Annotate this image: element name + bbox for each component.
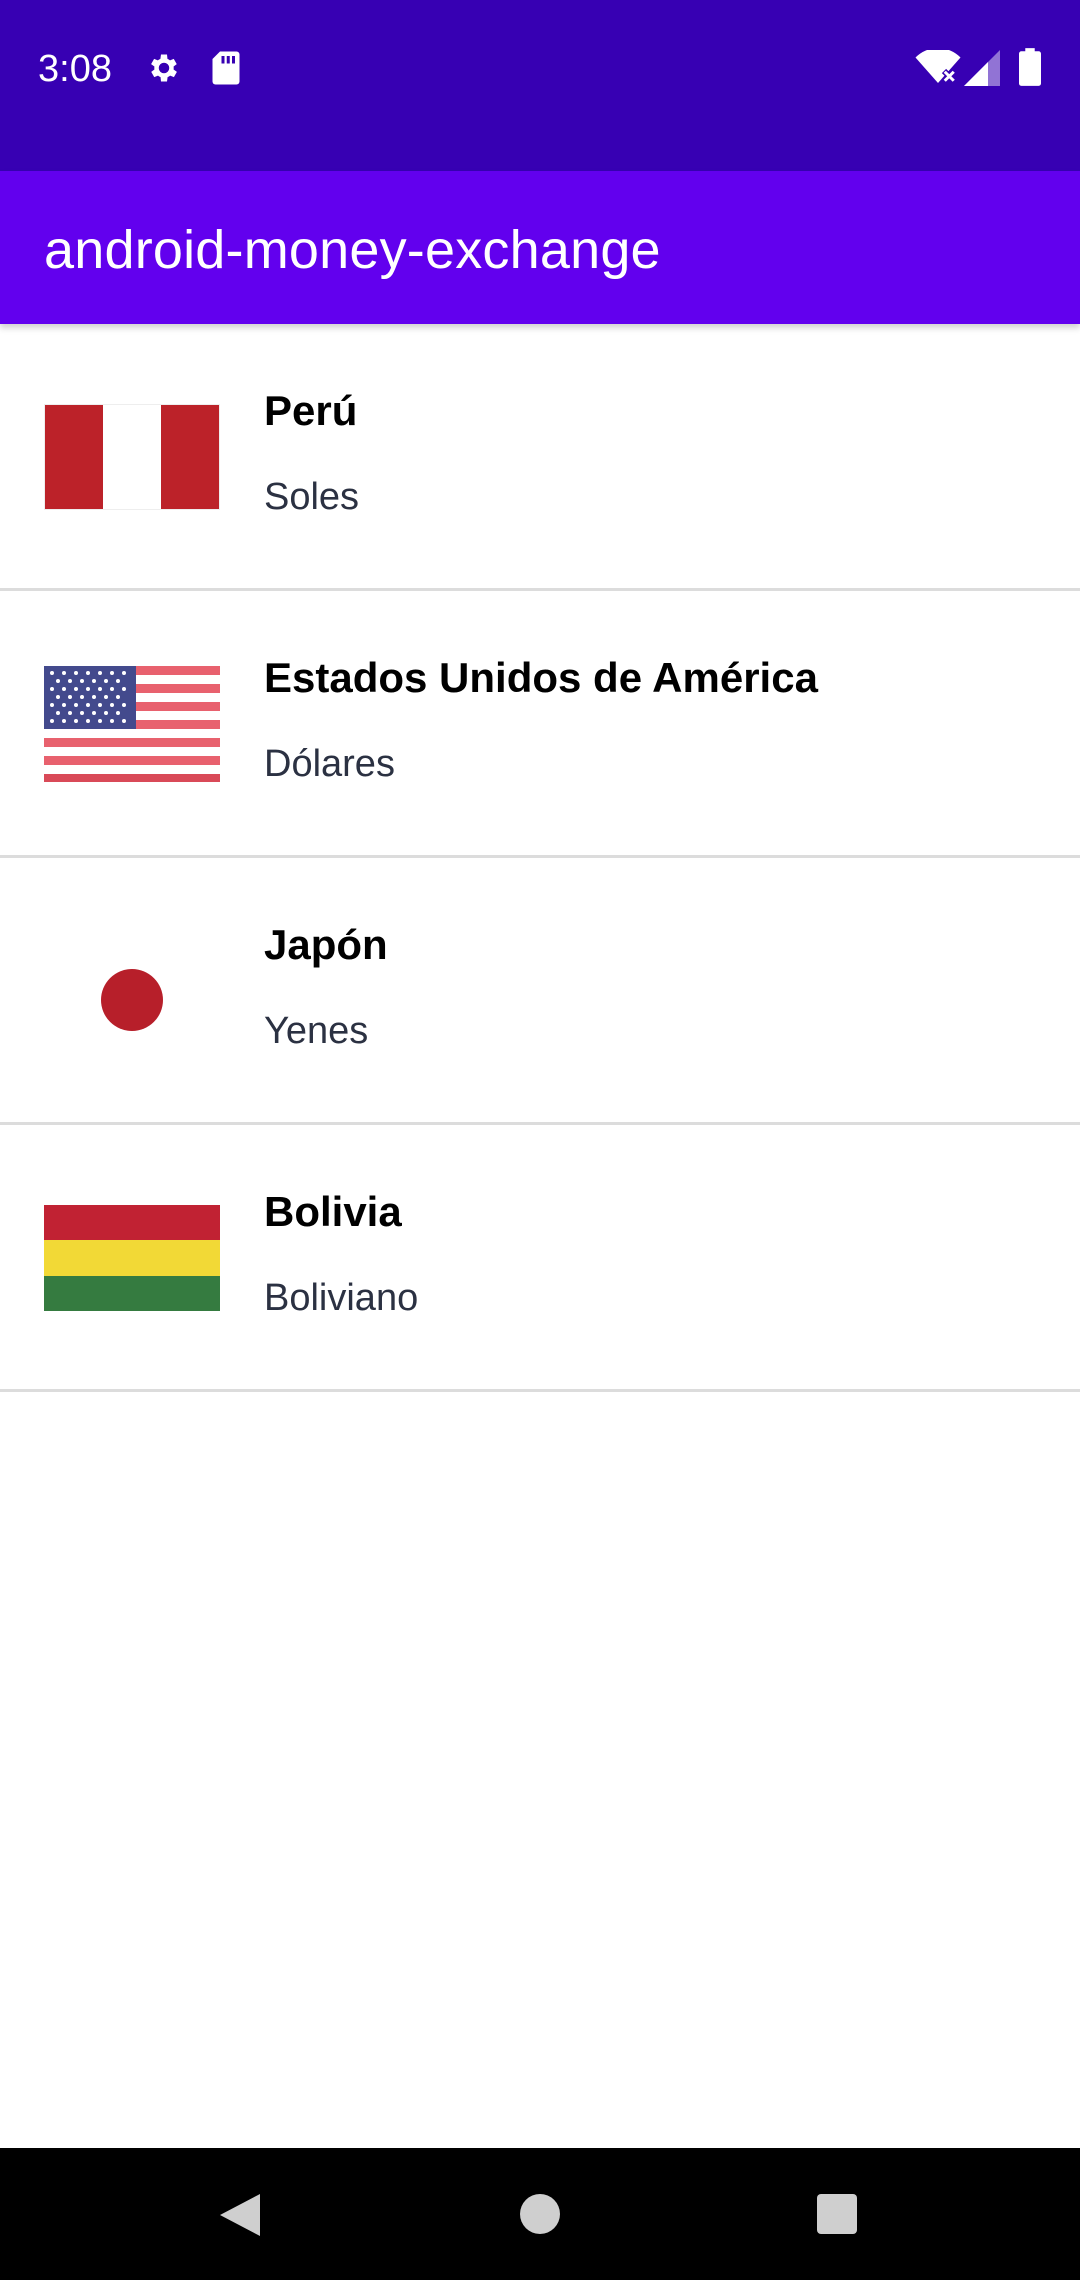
wifi-icon bbox=[915, 50, 961, 84]
currency-name: Boliviano bbox=[264, 1277, 419, 1319]
country-name: Bolivia bbox=[264, 1188, 402, 1235]
currency-name: Yenes bbox=[264, 1010, 369, 1052]
list-item-usa[interactable]: Estados Unidos de América Dólares bbox=[0, 591, 1080, 858]
status-time: 3:08 bbox=[38, 48, 112, 90]
currency-name: Dólares bbox=[264, 743, 395, 785]
peru-flag-icon bbox=[44, 404, 220, 510]
gear-icon bbox=[151, 54, 177, 82]
usa-flag-icon bbox=[44, 666, 220, 782]
recents-icon[interactable] bbox=[817, 2194, 857, 2234]
app-title: android-money-exchange bbox=[44, 220, 661, 280]
back-icon[interactable] bbox=[218, 2192, 262, 2238]
navigation-bar bbox=[0, 2148, 1080, 2280]
list-item-peru[interactable]: Perú Soles bbox=[0, 324, 1080, 591]
sd-card-icon bbox=[212, 51, 240, 85]
bolivia-flag-icon bbox=[44, 1205, 220, 1311]
signal-icon bbox=[964, 50, 1000, 86]
country-name: Estados Unidos de América bbox=[264, 654, 818, 701]
app-bar: android-money-exchange bbox=[0, 171, 1080, 324]
status-bar: 3:08 bbox=[0, 0, 1080, 171]
currency-name: Soles bbox=[264, 476, 360, 518]
home-icon[interactable] bbox=[520, 2194, 560, 2234]
battery-icon bbox=[1019, 48, 1041, 86]
list-item-japan[interactable]: Japón Yenes bbox=[0, 858, 1080, 1125]
list-item-bolivia[interactable]: Bolivia Boliviano bbox=[0, 1125, 1080, 1392]
country-name: Japón bbox=[264, 921, 388, 968]
country-list: Perú Soles Estados Unidos de América Dól… bbox=[0, 324, 1080, 1392]
japan-flag-icon bbox=[44, 938, 220, 1044]
country-name: Perú bbox=[264, 387, 358, 434]
